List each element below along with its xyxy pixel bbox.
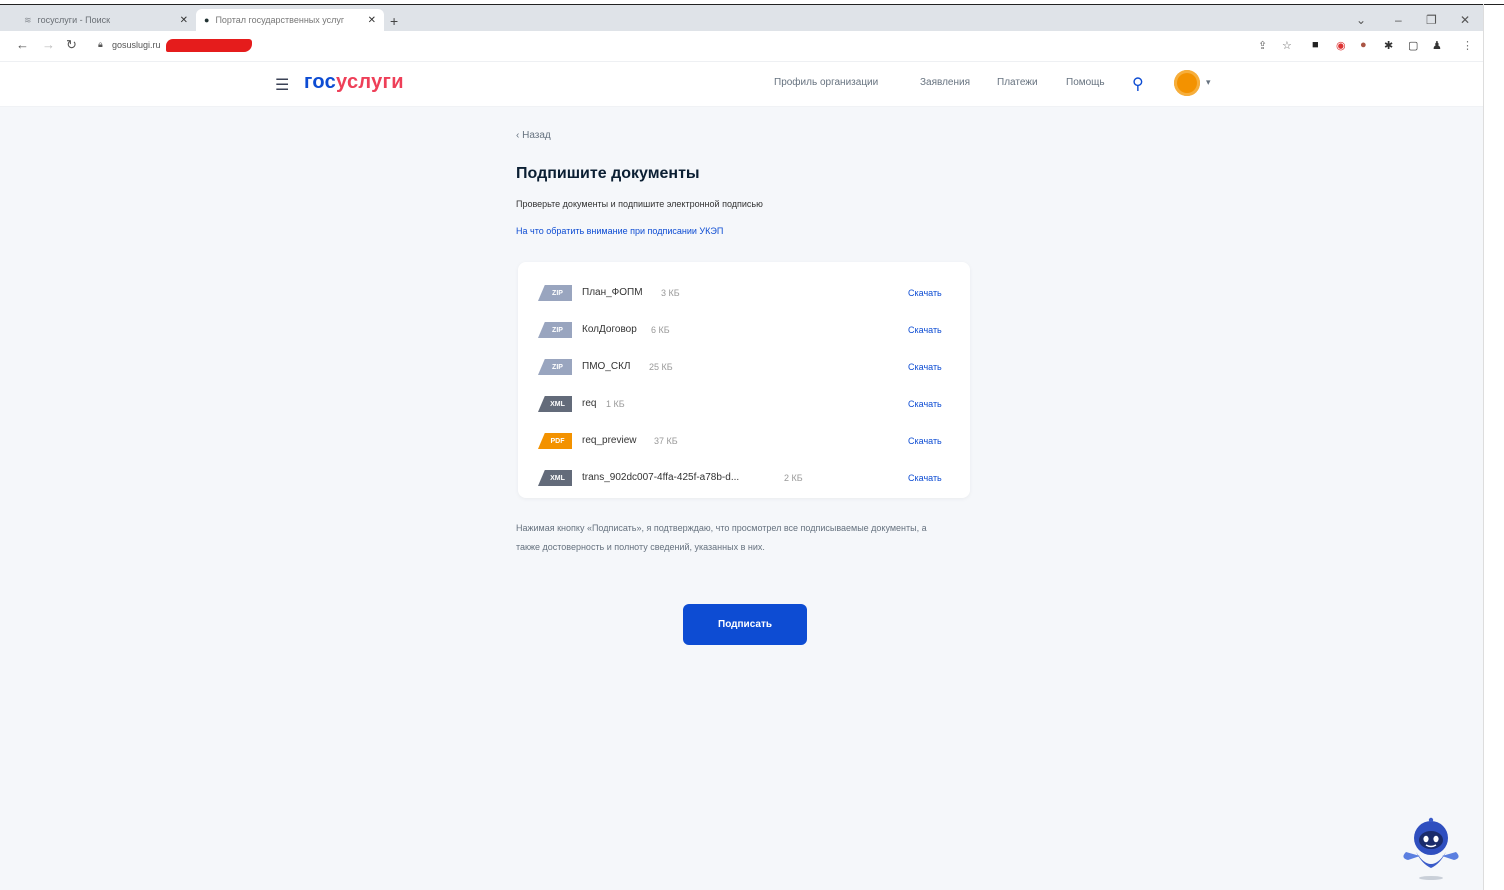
xml-file-icon: XML bbox=[538, 470, 572, 486]
download-link[interactable]: Скачать bbox=[908, 436, 942, 446]
download-link[interactable]: Скачать bbox=[908, 325, 942, 335]
file-size: 6 КБ bbox=[651, 325, 670, 335]
logo-part-uslugi: услуги bbox=[336, 71, 404, 93]
hamburger-menu-icon[interactable]: ☰ bbox=[275, 75, 289, 95]
tab-close-icon[interactable]: ✕ bbox=[368, 15, 376, 26]
back-arrow-icon[interactable]: ← bbox=[16, 37, 29, 52]
page-subtitle: Проверьте документы и подпишите электрон… bbox=[516, 199, 763, 209]
site-header: ☰ госуслуги Профиль организации Заявлени… bbox=[0, 62, 1484, 107]
nav-org-profile[interactable]: Профиль организации bbox=[774, 77, 878, 88]
file-size: 25 КБ bbox=[649, 362, 673, 372]
share-icon[interactable]: ⇪ bbox=[1258, 39, 1267, 52]
file-size: 1 КБ bbox=[606, 399, 625, 409]
right-border bbox=[1483, 4, 1484, 890]
sign-button[interactable]: Подписать bbox=[683, 604, 807, 645]
search-icon[interactable]: ⚲ bbox=[1132, 74, 1144, 94]
tab-close-icon[interactable]: ✕ bbox=[180, 15, 188, 26]
puzzle-icon[interactable]: ✱ bbox=[1384, 39, 1393, 52]
more-menu-icon[interactable]: ⋮ bbox=[1462, 39, 1473, 52]
nav-payments[interactable]: Платежи bbox=[997, 77, 1038, 88]
close-window-button[interactable]: ✕ bbox=[1460, 13, 1470, 27]
zip-file-icon: ZIP bbox=[538, 285, 572, 301]
url-field[interactable]: gosuslugi.ru bbox=[112, 40, 161, 50]
profile-icon[interactable]: ♟ bbox=[1432, 39, 1442, 52]
reload-icon[interactable]: ↻ bbox=[66, 37, 77, 53]
gosuslugi-logo[interactable]: госуслуги bbox=[304, 71, 404, 94]
forward-arrow-icon[interactable]: → bbox=[42, 37, 55, 52]
consent-note: Нажимая кнопку «Подписать», я подтвержда… bbox=[516, 523, 927, 552]
zip-file-icon: ZIP bbox=[538, 359, 572, 375]
lock-icon: 🔒︎ bbox=[98, 39, 103, 49]
address-bar-row: ← → ↻ 🔒︎ gosuslugi.ru ⇪ ☆ ■ ◉ ● ✱ ▢ ♟ ⋮ bbox=[0, 31, 1484, 62]
new-tab-button[interactable]: + bbox=[390, 13, 398, 29]
file-name: КолДоговор bbox=[582, 324, 637, 335]
extension-icon[interactable]: ◉ bbox=[1336, 39, 1346, 52]
download-link[interactable]: Скачать bbox=[908, 399, 942, 409]
xml-file-icon: XML bbox=[538, 396, 572, 412]
extension-icon[interactable]: ■ bbox=[1312, 39, 1319, 51]
list-item: ZIP ПМО_СКЛ 25 КБ Скачать bbox=[518, 356, 970, 380]
redaction-mark bbox=[166, 39, 252, 52]
restore-button[interactable]: ❐ bbox=[1426, 13, 1437, 27]
minimize-button[interactable]: – bbox=[1395, 13, 1402, 27]
logo-part-gos: гос bbox=[304, 71, 337, 93]
browser-window: ≋ госуслуги - Поиск ✕ ● Портал государст… bbox=[0, 0, 1504, 890]
file-name: req bbox=[582, 398, 597, 409]
extension-icon[interactable]: ● bbox=[1360, 39, 1367, 51]
bookmark-star-icon[interactable]: ☆ bbox=[1282, 39, 1292, 52]
download-link[interactable]: Скачать bbox=[908, 288, 942, 298]
pdf-file-icon: PDF bbox=[538, 433, 572, 449]
browser-tab-gosuslugi[interactable]: ● Портал государственных услуг ✕ bbox=[196, 9, 384, 31]
file-size: 2 КБ bbox=[784, 473, 803, 483]
tab-title: госуслуги - Поиск bbox=[37, 15, 111, 25]
list-item: ZIP КолДоговор 6 КБ Скачать bbox=[518, 319, 970, 343]
page-title: Подпишите документы bbox=[516, 165, 700, 182]
sidepanel-icon[interactable]: ▢ bbox=[1408, 39, 1418, 52]
file-size: 37 КБ bbox=[654, 436, 678, 446]
zip-file-icon: ZIP bbox=[538, 322, 572, 338]
assistant-robot-icon[interactable] bbox=[1400, 812, 1462, 882]
browser-tab-search[interactable]: ≋ госуслуги - Поиск ✕ bbox=[16, 9, 196, 31]
avatar[interactable] bbox=[1174, 70, 1200, 96]
tab-title: Портал государственных услуг bbox=[215, 15, 345, 25]
file-name: План_ФОПМ bbox=[582, 287, 643, 298]
documents-card: ZIP План_ФОПМ 3 КБ Скачать ZIP КолДогово… bbox=[518, 262, 970, 498]
tab-strip: ≋ госуслуги - Поиск ✕ ● Портал государст… bbox=[0, 5, 1484, 31]
tab-search-chevron-icon[interactable]: ⌄ bbox=[1356, 13, 1366, 27]
page-body: ‹ Назад Подпишите документы Проверьте до… bbox=[0, 107, 1484, 890]
signing-info-link[interactable]: На что обратить внимание при подписании … bbox=[516, 226, 723, 236]
file-size: 3 КБ bbox=[661, 288, 680, 298]
list-item: PDF req_preview 37 КБ Скачать bbox=[518, 430, 970, 454]
gosuslugi-favicon-icon: ● bbox=[204, 15, 210, 25]
file-name: trans_902dc007-4ffa-425f-a78b-d... bbox=[582, 472, 740, 483]
search-favicon-icon: ≋ bbox=[24, 14, 32, 25]
list-item: XML trans_902dc007-4ffa-425f-a78b-d... 2… bbox=[518, 467, 970, 491]
download-link[interactable]: Скачать bbox=[908, 473, 942, 483]
back-link[interactable]: ‹ Назад bbox=[516, 130, 551, 141]
chevron-down-icon[interactable]: ▾ bbox=[1206, 77, 1211, 88]
list-item: ZIP План_ФОПМ 3 КБ Скачать bbox=[518, 282, 970, 306]
download-link[interactable]: Скачать bbox=[908, 362, 942, 372]
list-item: XML req 1 КБ Скачать bbox=[518, 393, 970, 417]
nav-applications[interactable]: Заявления bbox=[920, 77, 970, 88]
nav-help[interactable]: Помощь bbox=[1066, 77, 1105, 88]
file-name: ПМО_СКЛ bbox=[582, 361, 631, 372]
file-name: req_preview bbox=[582, 435, 637, 446]
